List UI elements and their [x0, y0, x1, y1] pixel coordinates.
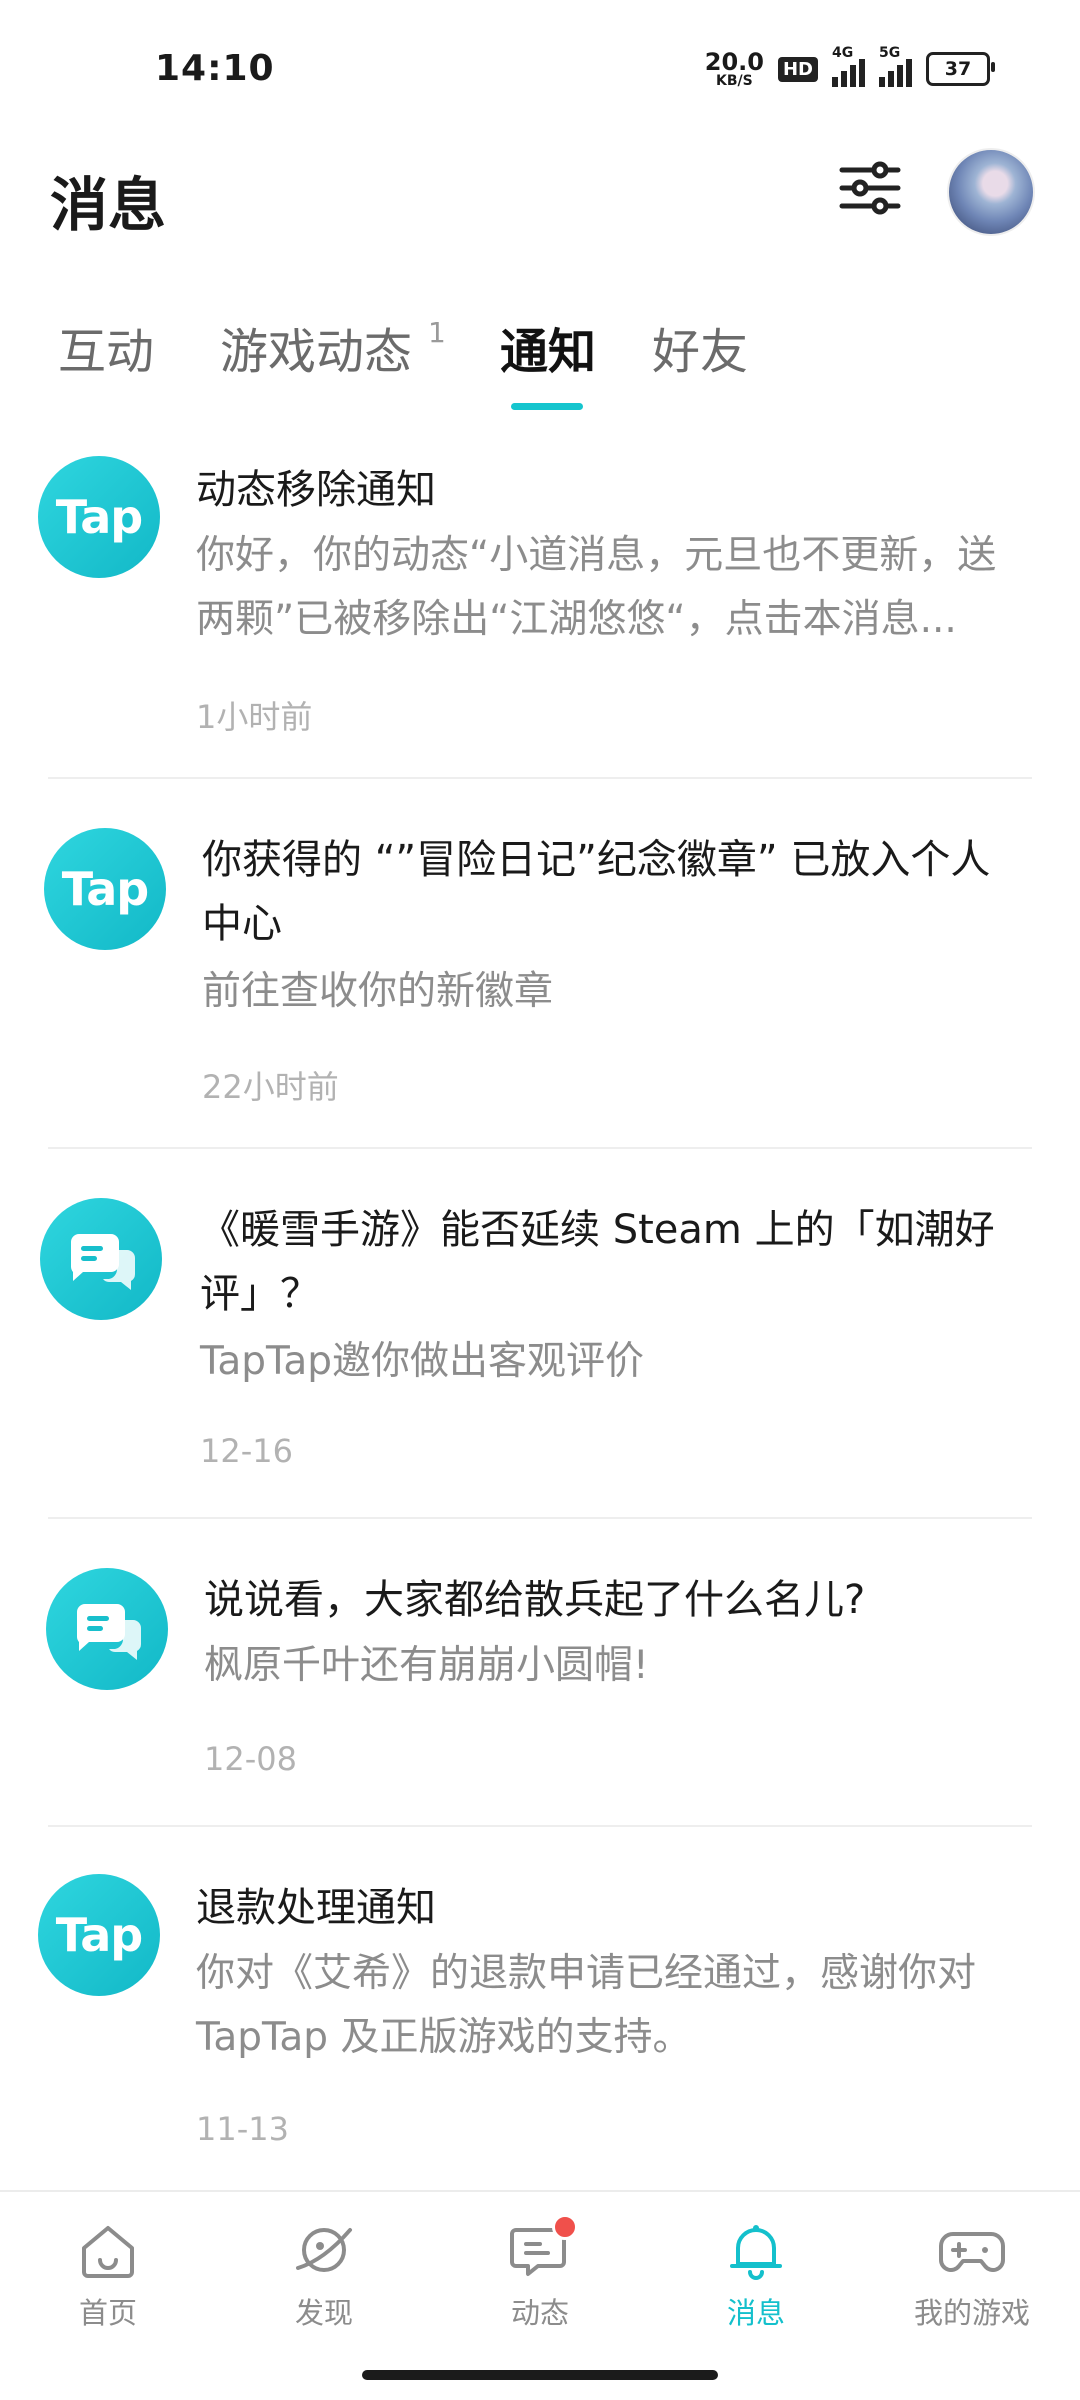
notification-body: TapTap邀你做出客观评价	[200, 1339, 645, 1384]
nav-messages[interactable]: 消息	[676, 2220, 836, 2332]
unread-count-badge: 1	[428, 316, 446, 349]
filter-settings-button[interactable]	[830, 148, 910, 228]
message-tabs: 互动 游戏动态 1 通知 好友	[0, 300, 1080, 420]
notification-title: 说说看，大家都给散兵起了什么名儿?	[204, 1577, 866, 1623]
notification-body: 你对《艾希》的退款申请已经通过，感谢你对 TapTap 及正版游戏的支持。	[196, 1951, 977, 2060]
user-avatar[interactable]	[947, 148, 1035, 236]
bottom-navigation: 首页 发现 动态 消息 我的游戏	[0, 2190, 1080, 2362]
notification-title: 动态移除通知	[196, 467, 436, 513]
gamepad-icon	[939, 2232, 1005, 2272]
divider	[48, 1825, 1032, 1827]
unread-dot	[552, 2214, 578, 2240]
notification-time: 12-16	[200, 1432, 293, 1470]
notification-time: 12-08	[204, 1740, 297, 1778]
active-tab-indicator	[511, 403, 583, 410]
chat-bubble-icon	[40, 1198, 162, 1320]
page-title: 消息	[50, 171, 167, 239]
home-icon	[82, 2226, 134, 2278]
tab-interactions[interactable]: 互动	[58, 312, 154, 382]
notification-body: 你好，你的动态“小道消息，元旦也不更新，送两颗”已被移除出“江湖悠悠“，点击本消…	[196, 533, 997, 642]
list-item[interactable]: Tap 退款处理通知 你对《艾希》的退款申请已经通过，感谢你对 TapTap 及…	[0, 1828, 1080, 2188]
status-bar: 14:10 20.0 KB/S HD 4G 5G 37	[0, 0, 1080, 140]
divider	[48, 777, 1032, 779]
list-item[interactable]: 说说看，大家都给散兵起了什么名儿? 枫原千叶还有崩崩小圆帽! 12-08	[0, 1520, 1080, 1825]
sliders-icon	[839, 161, 901, 215]
tab-notifications[interactable]: 通知	[500, 312, 596, 382]
tap-logo-icon: Tap	[38, 1874, 160, 1996]
notification-time: 1小时前	[196, 698, 313, 736]
nav-my-games[interactable]: 我的游戏	[892, 2220, 1052, 2332]
battery-icon: 37	[926, 52, 995, 86]
battery-level: 37	[944, 58, 972, 80]
list-item[interactable]: Tap 动态移除通知 你好，你的动态“小道消息，元旦也不更新，送两颗”已被移除出…	[0, 440, 1080, 780]
notification-time: 22小时前	[202, 1068, 339, 1106]
divider	[48, 1147, 1032, 1149]
planet-icon	[296, 2228, 352, 2272]
signal-5g-icon: 5G	[879, 45, 912, 87]
nav-feed[interactable]: 动态	[460, 2214, 620, 2332]
hd-voice-icon: HD	[777, 56, 818, 82]
status-indicators: 20.0 KB/S HD 4G 5G 37	[704, 45, 995, 89]
tap-logo-icon: Tap	[38, 456, 160, 578]
nav-home[interactable]: 首页	[28, 2220, 188, 2332]
nav-discover[interactable]: 发现	[244, 2220, 404, 2332]
home-indicator[interactable]	[362, 2370, 718, 2380]
bell-icon	[730, 2225, 782, 2280]
notification-body: 前往查收你的新徽章	[202, 969, 554, 1014]
tap-logo-icon: Tap	[44, 828, 166, 950]
list-item[interactable]: Tap 你获得的 “”冒险日记”纪念徽章” 已放入个人中心 前往查收你的新徽章 …	[0, 780, 1080, 1150]
notification-title: 退款处理通知	[196, 1885, 436, 1931]
network-speed: 20.0 KB/S	[704, 48, 764, 89]
chat-bubble-icon	[46, 1568, 168, 1690]
signal-4g-icon: 4G	[832, 45, 865, 87]
divider	[48, 1517, 1032, 1519]
notification-time: 11-13	[196, 2110, 289, 2148]
notification-title: 你获得的 “”冒险日记”纪念徽章” 已放入个人中心	[202, 837, 991, 947]
tab-game-updates[interactable]: 游戏动态 1	[220, 312, 446, 382]
notification-body: 枫原千叶还有崩崩小圆帽!	[204, 1643, 649, 1688]
tab-friends[interactable]: 好友	[652, 312, 748, 382]
status-time: 14:10	[155, 48, 275, 89]
list-item[interactable]: 《暖雪手游》能否延续 Steam 上的「如潮好评」？ TapTap邀你做出客观评…	[0, 1150, 1080, 1520]
notification-title: 《暖雪手游》能否延续 Steam 上的「如潮好评」？	[200, 1207, 995, 1317]
